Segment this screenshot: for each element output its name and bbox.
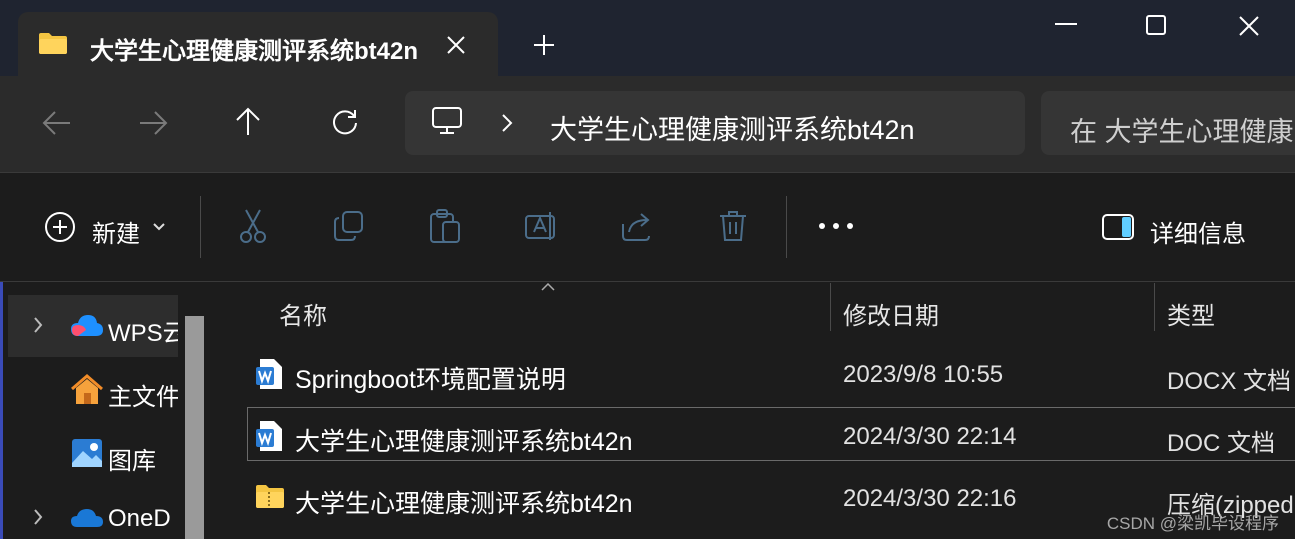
- new-button[interactable]: 新建: [92, 214, 140, 249]
- file-modified: 2024/3/30 22:14: [843, 423, 1017, 450]
- window-edge: [0, 282, 3, 539]
- word-doc-icon: [255, 358, 283, 390]
- maximize-icon[interactable]: [1146, 15, 1166, 35]
- details-button[interactable]: 详细信息: [1150, 214, 1246, 249]
- search-input[interactable]: 在 大学生心理健康: [1070, 110, 1294, 149]
- sort-indicator-icon: [541, 283, 555, 291]
- word-doc-icon: [255, 420, 283, 452]
- new-icon[interactable]: [44, 211, 76, 243]
- watermark: CSDN @梁凯毕设程序: [1106, 514, 1279, 533]
- back-icon[interactable]: [42, 109, 72, 137]
- up-icon[interactable]: [234, 107, 262, 137]
- tab-title: 大学生心理健康测评系统bt42n: [90, 38, 419, 65]
- onedrive-icon: [70, 507, 104, 529]
- new-tab-icon[interactable]: [532, 33, 556, 57]
- file-name[interactable]: Springboot环境配置说明: [295, 360, 566, 396]
- column-header-name[interactable]: 名称: [279, 296, 327, 331]
- minimize-icon[interactable]: [1054, 22, 1078, 26]
- sidebar-item-gallery[interactable]: 图库: [108, 441, 178, 476]
- breadcrumb-current-folder[interactable]: 大学生心理健康测评系统bt42n: [550, 108, 915, 147]
- column-header-type[interactable]: 类型: [1167, 296, 1215, 331]
- breadcrumb-chevron-icon[interactable]: [500, 113, 514, 133]
- close-window-icon[interactable]: [1238, 15, 1260, 37]
- file-name[interactable]: 大学生心理健康测评系统bt42n: [295, 422, 633, 458]
- zip-folder-icon: [255, 483, 285, 509]
- toolbar-separator: [200, 196, 201, 258]
- close-tab-icon[interactable]: [445, 34, 467, 56]
- file-name[interactable]: 大学生心理健康测评系统bt42n: [295, 484, 633, 520]
- column-header-modified[interactable]: 修改日期: [843, 296, 939, 331]
- file-type: DOC 文档: [1167, 430, 1275, 457]
- chevron-right-icon[interactable]: [32, 316, 44, 334]
- file-modified: 2024/3/30 22:16: [843, 485, 1017, 512]
- forward-icon[interactable]: [138, 109, 168, 137]
- column-divider[interactable]: [1154, 283, 1155, 331]
- share-icon[interactable]: [621, 210, 655, 242]
- column-divider[interactable]: [830, 283, 831, 331]
- gallery-icon: [70, 437, 104, 469]
- refresh-icon[interactable]: [331, 108, 359, 136]
- sidebar-scrollbar[interactable]: [185, 316, 204, 539]
- rename-icon[interactable]: [524, 210, 558, 242]
- folder-icon: [38, 31, 68, 55]
- delete-icon[interactable]: [718, 209, 748, 243]
- paste-icon[interactable]: [429, 208, 461, 244]
- chevron-down-icon[interactable]: [152, 222, 166, 232]
- copy-icon[interactable]: [333, 210, 365, 242]
- sidebar-item-onedrive[interactable]: OneD: [108, 505, 178, 533]
- home-icon: [70, 374, 104, 406]
- sidebar-item-home[interactable]: 主文件: [108, 377, 178, 412]
- more-options-icon[interactable]: [818, 222, 854, 230]
- file-type: DOCX 文档: [1167, 368, 1292, 395]
- chevron-right-icon[interactable]: [32, 508, 44, 526]
- this-pc-icon[interactable]: [431, 106, 463, 136]
- sidebar-item-label: WPS云: [108, 320, 178, 347]
- cut-icon[interactable]: [238, 208, 268, 244]
- file-modified: 2023/9/8 10:55: [843, 361, 1004, 388]
- toolbar-separator: [786, 196, 787, 258]
- wps-cloud-icon: [70, 312, 104, 338]
- details-pane-icon[interactable]: [1101, 213, 1135, 241]
